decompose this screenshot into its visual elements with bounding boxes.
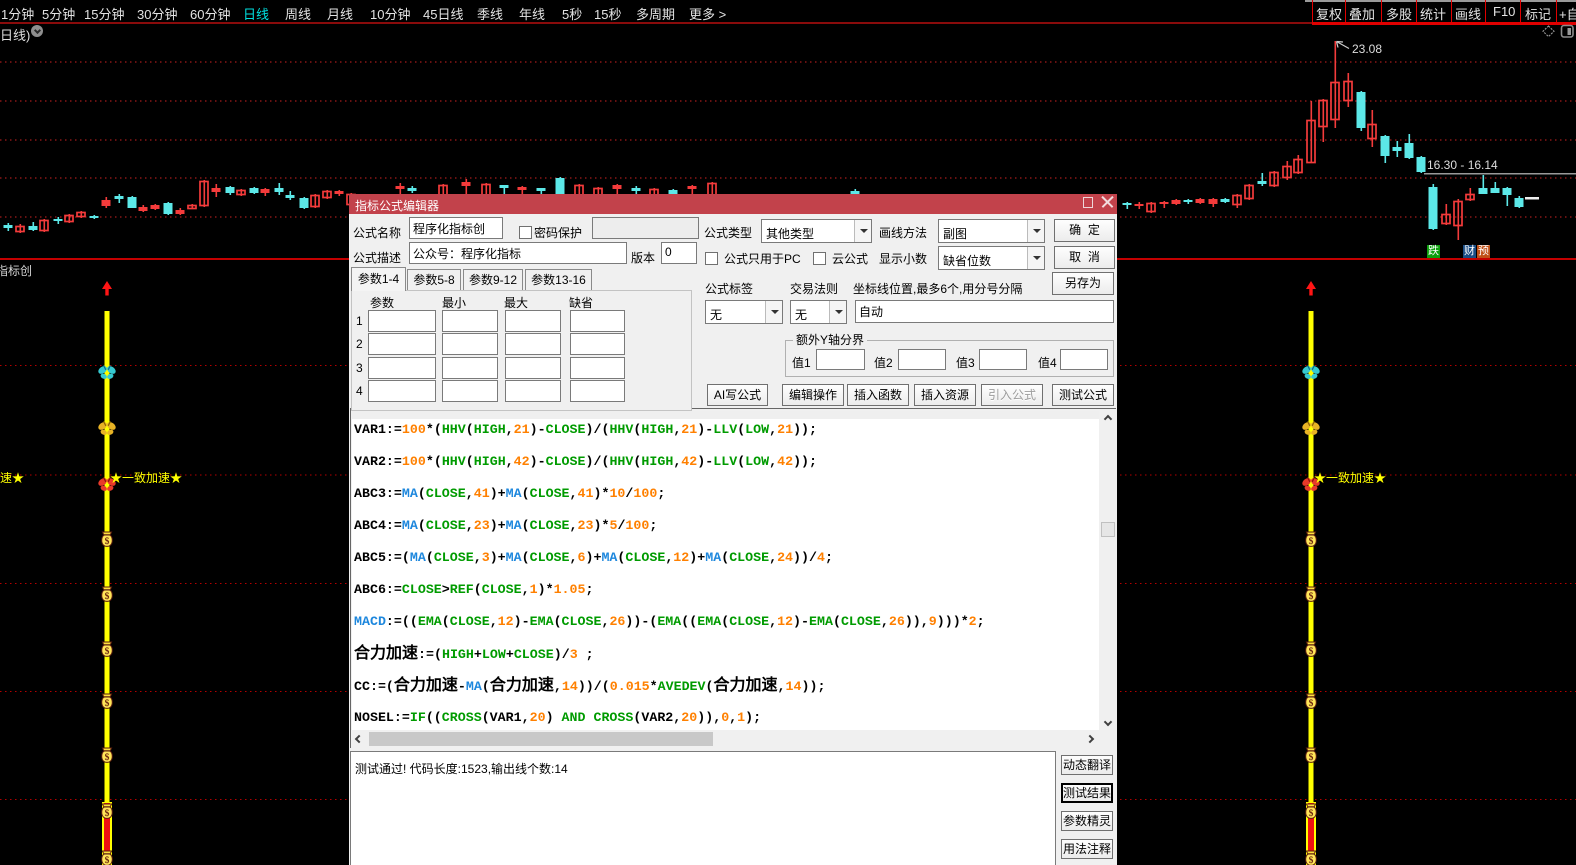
svg-text:$: $ [1309,536,1314,547]
svg-text:$: $ [1309,698,1314,709]
svg-text:$: $ [105,536,110,547]
svg-text:$: $ [105,855,110,865]
svg-text:$: $ [105,698,110,709]
svg-text:$: $ [105,591,110,602]
svg-text:$: $ [1309,808,1314,819]
svg-text:$: $ [1309,646,1314,657]
svg-text:$: $ [105,646,110,657]
svg-text:$: $ [1309,752,1314,763]
svg-text:$: $ [105,752,110,763]
svg-text:$: $ [1309,591,1314,602]
svg-text:$: $ [105,808,110,819]
svg-text:$: $ [1309,855,1314,865]
